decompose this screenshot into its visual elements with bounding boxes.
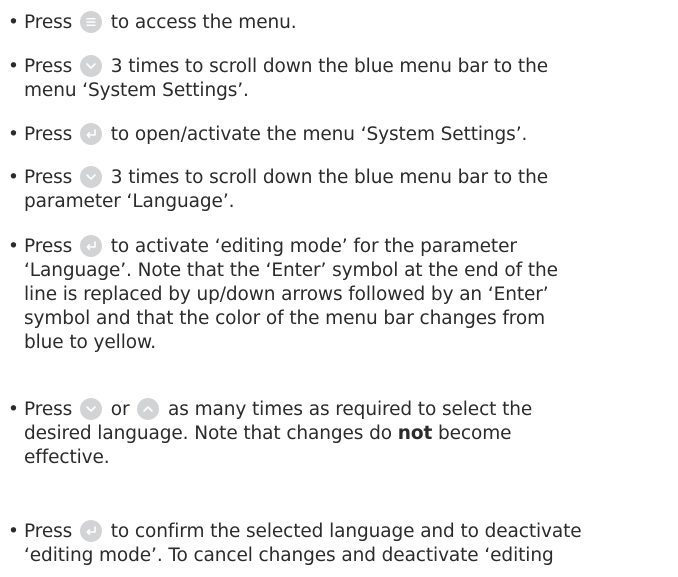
list-item: • Press to open/activate the menu ‘System… xyxy=(8,123,528,145)
emphasis-not: not xyxy=(397,423,433,444)
menu-icon xyxy=(79,11,102,33)
enter-icon xyxy=(79,235,102,257)
list-item: • Press 3 times to scroll down the blue m… xyxy=(8,166,548,212)
instruction-list: • Press to access the menu. • Press 3 time… xyxy=(0,0,678,577)
enter-icon xyxy=(79,123,102,145)
list-item: • Press or as many times as required to s… xyxy=(8,398,533,468)
arrow-up-icon xyxy=(137,398,160,420)
list-item: • Press to confirm the selected language … xyxy=(8,520,582,566)
arrow-down-icon xyxy=(79,166,102,188)
bullet: • xyxy=(8,12,19,33)
bullet: • xyxy=(8,399,19,420)
arrow-down-icon xyxy=(79,55,102,77)
bullet: • xyxy=(8,521,19,542)
bullet: • xyxy=(8,124,19,145)
list-item: • Press to activate ‘editing mode’ for th… xyxy=(8,235,558,353)
list-item: • Press 3 times to scroll down the blue m… xyxy=(8,55,548,101)
list-item: • Press to access the menu. xyxy=(8,11,297,33)
arrow-down-icon xyxy=(79,398,102,420)
bullet: • xyxy=(8,56,19,77)
bullet: • xyxy=(8,167,19,188)
bullet: • xyxy=(8,236,19,257)
enter-icon xyxy=(79,520,102,542)
